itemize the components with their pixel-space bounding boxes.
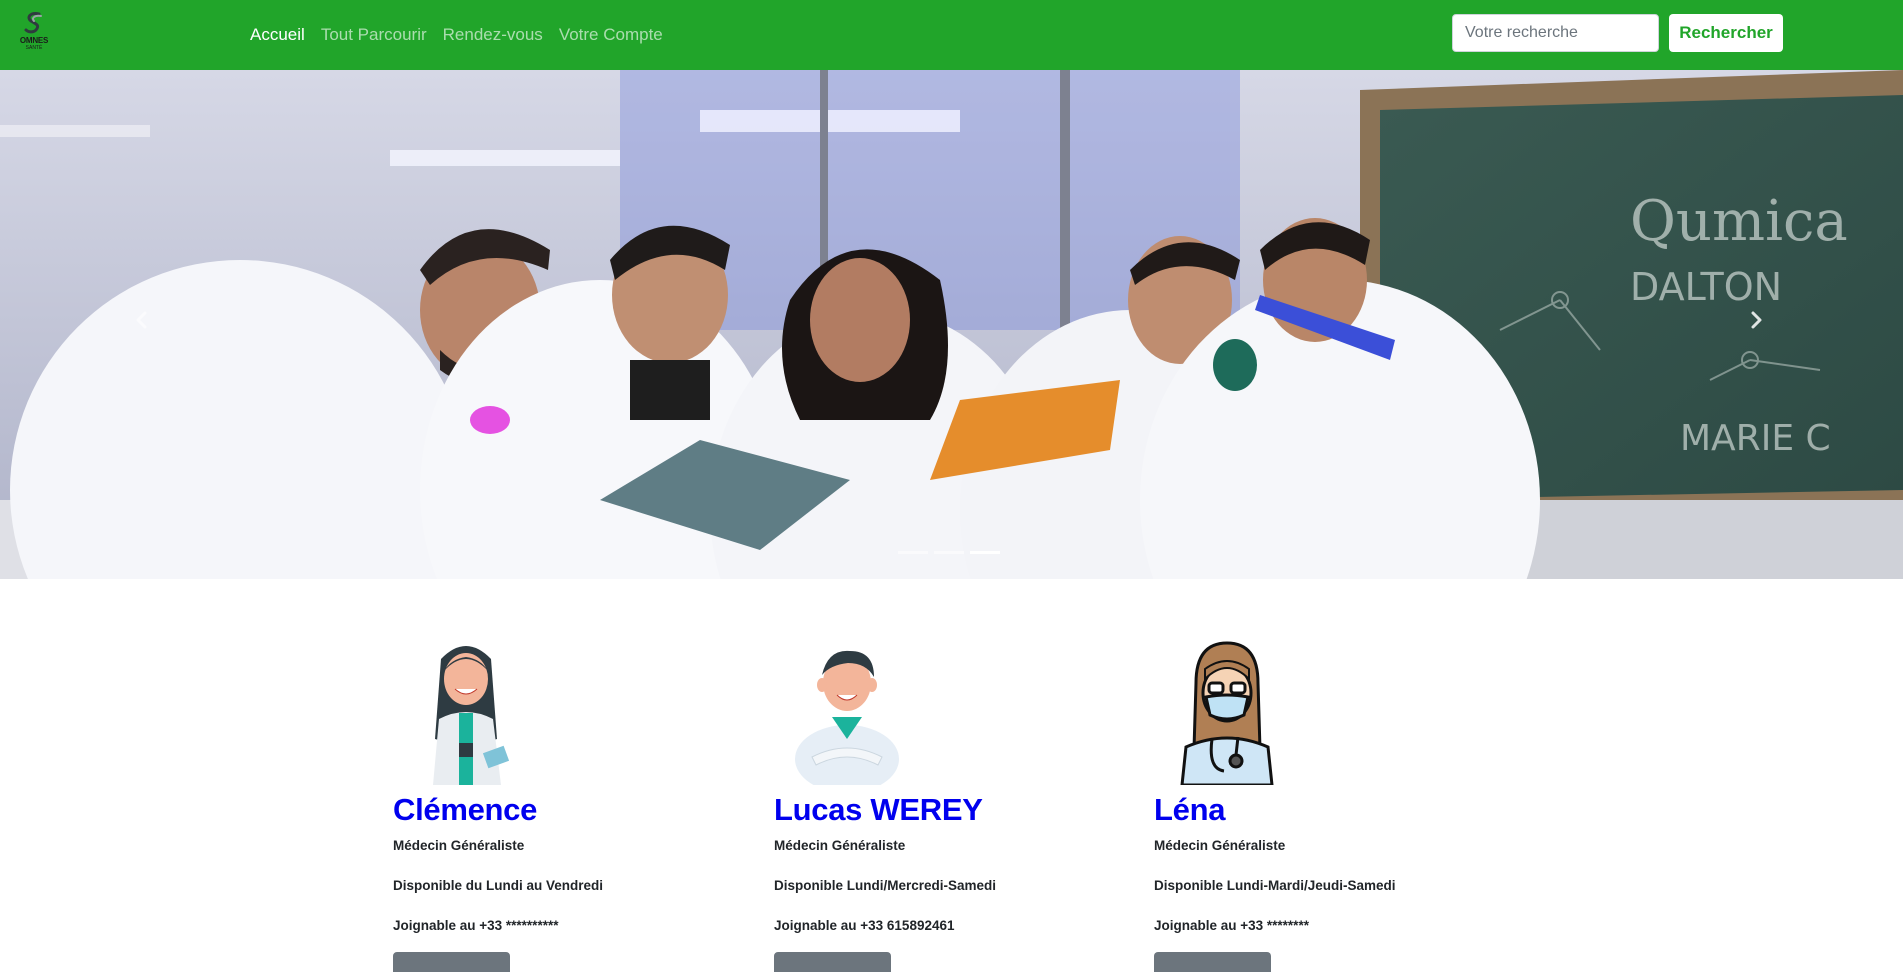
hero-carousel: Qumica DALTON MARIE C xyxy=(0,70,1903,579)
logo-mark-icon xyxy=(24,12,42,34)
chevron-right-icon xyxy=(1751,311,1762,329)
doctor-avatar-female-icon xyxy=(433,646,510,785)
doctor-name[interactable]: Clémence xyxy=(393,792,733,828)
carousel-indicators xyxy=(898,551,1000,554)
doctor-phone: Joignable au +33 ********** xyxy=(393,918,559,933)
chalk-text-qumica: Qumica xyxy=(1630,189,1848,254)
doctor-name[interactable]: Léna xyxy=(1154,792,1494,828)
doctor-action-button[interactable] xyxy=(393,952,510,972)
doctor-specialty: Médecin Généraliste xyxy=(774,838,906,853)
carousel-indicator-2[interactable] xyxy=(934,551,964,554)
doctor-card: Lucas WEREY Médecin Généraliste Disponib… xyxy=(774,639,1114,976)
nav-tout-parcourir[interactable]: Tout Parcourir xyxy=(321,25,427,45)
chevron-left-icon xyxy=(136,311,147,329)
logo-text: OMNES xyxy=(19,36,49,45)
carousel-indicator-1[interactable] xyxy=(898,551,928,554)
carousel-prev-button[interactable] xyxy=(122,300,162,340)
main-nav: Accueil Tout Parcourir Rendez-vous Votre… xyxy=(250,0,663,70)
doctor-action-button[interactable] xyxy=(1154,952,1271,972)
doctor-phone: Joignable au +33 615892461 xyxy=(774,918,955,933)
omnes-sante-logo[interactable]: OMNES SANTÉ xyxy=(12,10,56,60)
doctor-card: Léna Médecin Généraliste Disponible Lund… xyxy=(1154,639,1494,976)
search-button[interactable]: Rechercher xyxy=(1669,14,1783,52)
carousel-indicator-3[interactable] xyxy=(970,551,1000,554)
doctor-card: Clémence Médecin Généraliste Disponible … xyxy=(393,639,733,976)
doctor-avatar-male-icon xyxy=(795,650,899,793)
carousel-next-button[interactable] xyxy=(1736,300,1776,340)
nav-accueil[interactable]: Accueil xyxy=(250,25,305,45)
doctor-phone: Joignable au +33 ******** xyxy=(1154,918,1309,933)
doctor-availability: Disponible du Lundi au Vendredi xyxy=(393,878,604,893)
doctor-availability: Disponible Lundi-Mardi/Jeudi-Samedi xyxy=(1154,878,1396,893)
doctor-avatar-masked-icon xyxy=(1180,641,1274,787)
search-input[interactable] xyxy=(1452,14,1659,52)
top-navbar: OMNES SANTÉ Accueil Tout Parcourir Rende… xyxy=(0,0,1903,70)
logo-subtext: SANTÉ xyxy=(25,45,43,51)
doctors-section: Clémence Médecin Généraliste Disponible … xyxy=(0,579,1903,972)
chalk-text-marie: MARIE C xyxy=(1680,418,1831,459)
doctor-specialty: Médecin Généraliste xyxy=(393,838,525,853)
hero-slide-image: Qumica DALTON MARIE C xyxy=(0,70,1903,579)
nav-votre-compte[interactable]: Votre Compte xyxy=(559,25,663,45)
doctor-name[interactable]: Lucas WEREY xyxy=(774,792,1114,828)
doctor-availability: Disponible Lundi/Mercredi-Samedi xyxy=(774,878,997,893)
nav-rendez-vous[interactable]: Rendez-vous xyxy=(443,25,543,45)
doctor-action-button[interactable] xyxy=(774,952,891,972)
doctor-specialty: Médecin Généraliste xyxy=(1154,838,1286,853)
